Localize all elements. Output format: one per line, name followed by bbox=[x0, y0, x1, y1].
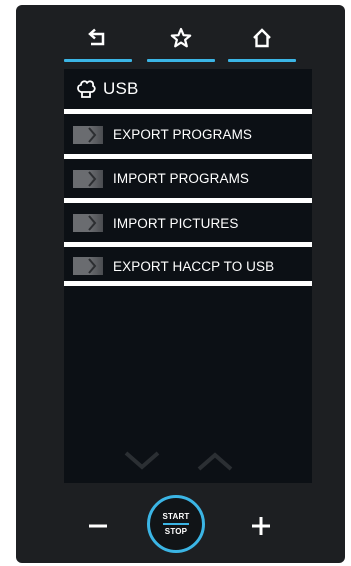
menu-item-export-haccp[interactable]: EXPORT HACCP TO USB bbox=[64, 242, 312, 285]
chevron-right-icon bbox=[88, 170, 97, 187]
bottom-controls: START STOP bbox=[16, 490, 345, 563]
menu-chip bbox=[73, 125, 103, 144]
scroll-up-button[interactable] bbox=[195, 447, 235, 477]
star-icon bbox=[170, 27, 192, 48]
menu-item-label: IMPORT PICTURES bbox=[113, 215, 239, 231]
menu-chip bbox=[73, 214, 103, 232]
back-button[interactable] bbox=[64, 14, 132, 62]
home-icon bbox=[253, 28, 271, 48]
menu-item-import-programs[interactable]: IMPORT PROGRAMS bbox=[64, 154, 312, 198]
chevron-up-icon bbox=[197, 452, 233, 471]
chef-hat-icon bbox=[77, 80, 96, 98]
chevron-down-icon bbox=[124, 451, 160, 470]
minus-button[interactable] bbox=[80, 508, 116, 544]
chevron-right-icon bbox=[88, 258, 97, 274]
chevron-right-icon bbox=[88, 126, 97, 143]
home-button[interactable] bbox=[228, 14, 296, 62]
favorites-underline bbox=[147, 59, 215, 62]
menu-divider bbox=[64, 281, 312, 286]
menu-item-export-programs[interactable]: EXPORT PROGRAMS bbox=[64, 109, 312, 155]
menu-item-label: IMPORT PROGRAMS bbox=[113, 171, 250, 186]
back-underline bbox=[64, 59, 132, 62]
start-stop-button[interactable]: START STOP bbox=[147, 495, 205, 553]
breadcrumb-label: USB bbox=[103, 79, 139, 98]
scroll-down-button[interactable] bbox=[122, 447, 162, 477]
favorites-button[interactable] bbox=[147, 14, 215, 62]
breadcrumb: USB bbox=[64, 69, 312, 109]
menu-chip bbox=[73, 169, 103, 188]
chevron-right-icon bbox=[88, 215, 97, 231]
plus-icon bbox=[252, 517, 270, 535]
plus-button[interactable] bbox=[243, 508, 279, 544]
menu-item-label: EXPORT HACCP TO USB bbox=[113, 258, 275, 274]
top-navigation bbox=[64, 14, 310, 64]
start-label: START bbox=[162, 512, 190, 521]
minus-icon bbox=[89, 524, 107, 528]
menu-item-label: EXPORT PROGRAMS bbox=[113, 127, 253, 142]
start-stop-divider bbox=[163, 523, 189, 525]
back-arrow-icon bbox=[88, 28, 105, 46]
scroll-controls bbox=[64, 447, 312, 477]
home-underline bbox=[228, 59, 296, 62]
stop-label: STOP bbox=[164, 527, 188, 536]
menu-chip bbox=[73, 257, 103, 275]
main-screen: USB EXPORT PROGRAMS IMPORT PROGRAMS IMPO… bbox=[64, 69, 312, 483]
menu-item-import-pictures[interactable]: IMPORT PICTURES bbox=[64, 198, 312, 243]
